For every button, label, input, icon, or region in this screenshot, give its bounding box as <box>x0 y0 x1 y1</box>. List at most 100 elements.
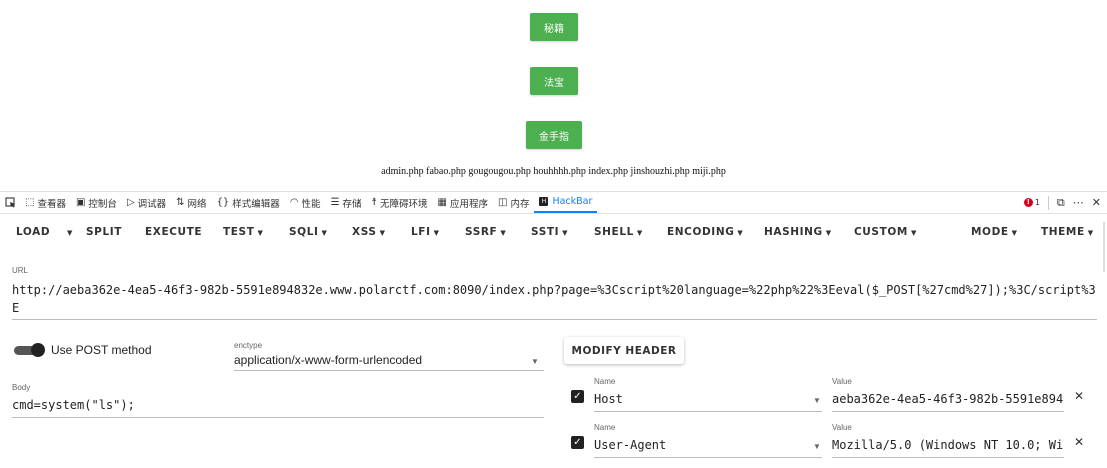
caret-down-icon: ▼ <box>500 229 507 237</box>
tab-accessibility[interactable]: ☨ 无障碍环境 <box>367 192 433 213</box>
header-name-label: Name <box>594 423 616 432</box>
menu-label: XSS <box>352 226 377 238</box>
header-name-underline <box>594 457 822 458</box>
sqli-menu[interactable]: SQLI ▼ <box>289 226 327 238</box>
tab-label: 无障碍环境 <box>380 198 428 210</box>
body-underline <box>12 417 544 418</box>
tab-network[interactable]: ⇅ 网络 <box>171 192 211 213</box>
header-name-underline <box>594 411 822 412</box>
memory-icon: ◫ <box>497 197 508 208</box>
header-user-agent-value[interactable]: Mozilla/5.0 (Windows NT 10.0; Win64; x64… <box>832 438 1064 452</box>
tab-memory[interactable]: ◫ 内存 <box>493 192 534 213</box>
scrollbar[interactable] <box>1103 222 1105 272</box>
header-host-value[interactable]: aeba362e-4ea5-46f3-982b-5591e894832e.www… <box>832 392 1064 406</box>
header-user-agent-name[interactable]: User-Agent <box>594 438 666 452</box>
caret-down-icon: ▼ <box>825 229 832 237</box>
modify-header-button[interactable]: MODIFY HEADER <box>564 337 684 364</box>
tab-inspector[interactable]: ⬚ 查看器 <box>20 192 71 213</box>
split-button[interactable]: SPLIT <box>86 226 122 238</box>
post-method-toggle[interactable] <box>14 343 45 357</box>
tab-label: HackBar <box>552 196 593 207</box>
caret-down-icon: ▼ <box>379 229 386 237</box>
tab-label: 内存 <box>510 198 530 210</box>
enctype-select[interactable]: application/x-www-form-urlencoded <box>234 353 422 367</box>
tab-console[interactable]: ▣ 控制台 <box>71 192 122 213</box>
url-underline <box>12 319 1097 320</box>
execute-button[interactable]: EXECUTE <box>145 226 202 238</box>
fabao-button[interactable]: 法宝 <box>530 67 578 95</box>
remove-header-icon[interactable]: ✕ <box>1074 389 1084 403</box>
hashing-menu[interactable]: HASHING ▼ <box>764 226 832 238</box>
post-method-label: Use POST method <box>51 343 152 357</box>
error-badge[interactable]: ! 1 <box>1023 198 1040 207</box>
tab-label: 查看器 <box>37 198 66 210</box>
ssrf-menu[interactable]: SSRF ▼ <box>465 226 506 238</box>
dropdown-arrow-icon[interactable]: ▼ <box>813 396 821 405</box>
url-input[interactable]: http://aeba362e-4ea5-46f3-982b-5591e8948… <box>12 281 1097 317</box>
xss-menu[interactable]: XSS ▼ <box>352 226 386 238</box>
header-value-label: Value <box>832 423 852 432</box>
enctype-label: enctype <box>234 341 263 350</box>
theme-menu[interactable]: THEME ▼ <box>1041 226 1094 238</box>
error-icon: ! <box>1023 198 1033 207</box>
menu-label: ENCODING <box>667 226 735 238</box>
header-value-label: Value <box>832 377 852 386</box>
caret-down-icon: ▼ <box>257 229 264 237</box>
tab-storage[interactable]: ☰ 存储 <box>326 192 367 213</box>
tab-style-editor[interactable]: {} 样式编辑器 <box>212 192 285 213</box>
load-button[interactable]: LOAD <box>16 226 50 238</box>
caret-down-icon: ▼ <box>321 229 328 237</box>
menu-label: SSRF <box>465 226 498 238</box>
body-input[interactable]: cmd=system("ls"); <box>12 398 135 412</box>
console-icon: ▣ <box>75 197 86 208</box>
menu-label: SSTI <box>531 226 560 238</box>
more-icon[interactable]: ⋯ <box>1073 196 1084 209</box>
remove-header-icon[interactable]: ✕ <box>1074 435 1084 449</box>
lfi-menu[interactable]: LFI ▼ <box>411 226 440 238</box>
dock-icon[interactable]: ⧉ <box>1057 196 1065 210</box>
network-icon: ⇅ <box>176 197 185 208</box>
load-dropdown[interactable]: ▼ <box>64 226 73 238</box>
enctype-underline <box>234 370 544 371</box>
header-value-underline <box>832 457 1064 458</box>
storage-icon: ☰ <box>330 197 340 208</box>
jinshouzhi-button[interactable]: 金手指 <box>526 121 582 149</box>
custom-menu[interactable]: CUSTOM ▼ <box>854 226 917 238</box>
miji-button[interactable]: 秘籍 <box>530 13 578 41</box>
accessibility-icon: ☨ <box>371 197 377 208</box>
close-icon[interactable]: ✕ <box>1092 196 1101 209</box>
debugger-icon: ▷ <box>126 197 135 208</box>
dropdown-arrow-icon[interactable]: ▼ <box>813 442 821 451</box>
inspector-icon: ⬚ <box>25 197 35 208</box>
tab-label: 样式编辑器 <box>232 198 280 210</box>
mode-menu[interactable]: MODE ▼ <box>971 226 1018 238</box>
tab-hackbar[interactable]: H HackBar <box>534 192 598 213</box>
header-user-agent-checkbox[interactable]: ✓ <box>571 436 584 449</box>
devtools-toolbar: ⬚ 查看器 ▣ 控制台 ▷ 调试器 ⇅ 网络 {} 样式编辑器 ◠ 性能 ☰ 存储 ☨ 无障碍环… <box>0 191 1107 214</box>
caret-down-icon: ▼ <box>910 229 917 237</box>
tab-application[interactable]: ▦ 应用程序 <box>433 192 493 213</box>
encoding-menu[interactable]: ENCODING ▼ <box>667 226 743 238</box>
tab-label: 调试器 <box>137 198 167 210</box>
shell-menu[interactable]: SHELL ▼ <box>594 226 643 238</box>
header-host-name[interactable]: Host <box>594 392 623 406</box>
tab-performance[interactable]: ◠ 性能 <box>285 192 326 213</box>
ssti-menu[interactable]: SSTI ▼ <box>531 226 568 238</box>
tab-debugger[interactable]: ▷ 调试器 <box>122 192 171 213</box>
menu-label: CUSTOM <box>854 226 908 238</box>
menu-label: THEME <box>1041 226 1085 238</box>
style-editor-icon: {} <box>216 197 230 208</box>
caret-down-icon: ▼ <box>1087 229 1094 237</box>
devtools-controls: ! 1 ⧉ ⋯ ✕ <box>1023 192 1101 213</box>
header-host-checkbox[interactable]: ✓ <box>571 390 584 403</box>
body-label: Body <box>12 383 31 392</box>
dropdown-arrow-icon[interactable]: ▼ <box>531 357 539 366</box>
performance-icon: ◠ <box>289 197 299 208</box>
element-picker-icon[interactable] <box>0 197 20 208</box>
caret-down-icon: ▼ <box>636 229 643 237</box>
hackbar-menu: LOAD ▼ SPLIT EXECUTE TEST ▼ SQLI ▼ XSS ▼ LF… <box>0 214 1107 252</box>
error-count: 1 <box>1034 198 1040 207</box>
menu-label: HASHING <box>764 226 823 238</box>
url-label: URL <box>12 266 29 275</box>
test-menu[interactable]: TEST ▼ <box>223 226 263 238</box>
